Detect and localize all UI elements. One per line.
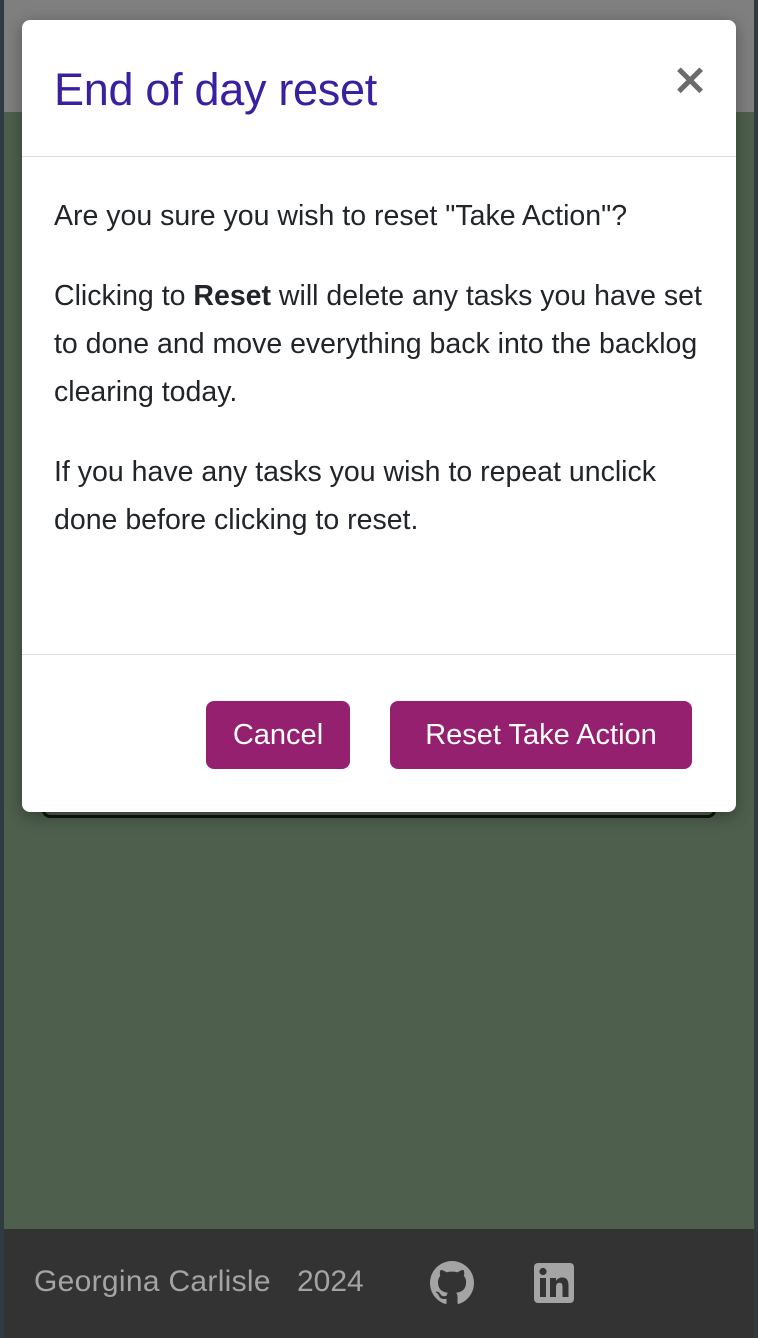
reset-confirmation-modal: End of day reset × Are you sure you wish… <box>22 20 736 812</box>
page-footer: Georgina Carlisle 2024 <box>4 1229 754 1338</box>
reset-explanation: Clicking to Reset will delete any tasks … <box>54 272 704 416</box>
explanation-prefix: Clicking to <box>54 280 194 312</box>
reset-take-action-button[interactable]: Reset Take Action <box>390 701 692 769</box>
footer-author: Georgina Carlisle <box>34 1265 271 1298</box>
confirm-question: Are you sure you wish to reset "Take Act… <box>54 200 628 232</box>
close-button[interactable]: × <box>670 58 710 102</box>
github-icon[interactable] <box>430 1261 474 1305</box>
linkedin-icon[interactable] <box>532 1261 576 1305</box>
repeat-tip: If you have any tasks you wish to repeat… <box>54 456 656 536</box>
modal-body: Are you sure you wish to reset "Take Act… <box>54 192 704 576</box>
modal-title: End of day reset <box>54 64 377 115</box>
cancel-button[interactable]: Cancel <box>206 701 350 769</box>
footer-year: 2024 <box>297 1265 364 1298</box>
modal-header: End of day reset × <box>22 20 736 157</box>
app-frame: Georgina Carlisle 2024 End of day reset … <box>4 0 754 1338</box>
modal-footer: Cancel Reset Take Action <box>22 654 736 812</box>
explanation-bold-reset: Reset <box>193 280 272 312</box>
